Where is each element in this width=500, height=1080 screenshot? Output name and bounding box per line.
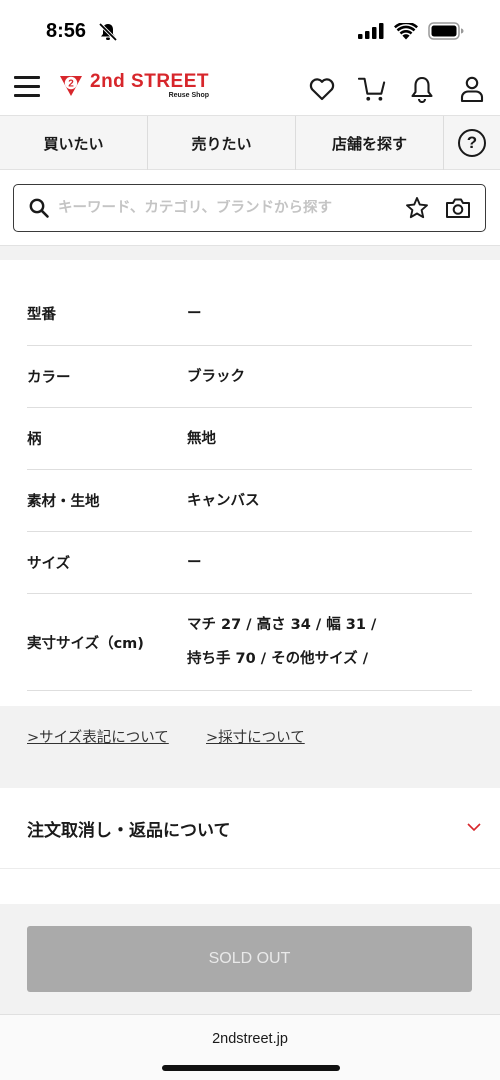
- search-box[interactable]: [13, 184, 486, 232]
- home-indicator: [162, 1065, 340, 1071]
- spec-row: 素材・生地 キャンバス: [27, 470, 472, 532]
- chevron-down-icon: [467, 823, 481, 832]
- cart-icon[interactable]: [358, 75, 386, 103]
- spec-row: 柄 無地: [27, 408, 472, 470]
- browser-url-bar: 2ndstreet.jp: [0, 1014, 500, 1080]
- bell-icon[interactable]: [408, 75, 436, 103]
- nav-tabs: 買いたい 売りたい 店舗を探す ?: [0, 116, 500, 170]
- spec-label: 柄: [27, 432, 42, 448]
- bell-slash-icon: [98, 22, 118, 42]
- sold-out-button[interactable]: SOLD OUT: [27, 926, 472, 992]
- spec-value: ブラック: [187, 368, 245, 385]
- spec-row: サイズ ー: [27, 532, 472, 594]
- spec-value: マチ 27 / 高さ 34 / 幅 31 /: [187, 617, 377, 633]
- measurement-link[interactable]: >採寸について: [206, 726, 305, 747]
- spec-label: 型番: [27, 307, 56, 323]
- svg-text:2: 2: [68, 79, 74, 90]
- battery-icon: [428, 22, 464, 40]
- url-text[interactable]: 2ndstreet.jp: [0, 1031, 500, 1047]
- user-icon[interactable]: [458, 75, 486, 103]
- spec-label: サイズ: [27, 556, 71, 572]
- section-divider: [0, 868, 500, 904]
- tab-sell[interactable]: 売りたい: [148, 116, 296, 170]
- help-icon: ?: [458, 129, 486, 157]
- help-button[interactable]: ?: [444, 116, 500, 170]
- tab-find-store[interactable]: 店舗を探す: [296, 116, 444, 170]
- tab-buy[interactable]: 買いたい: [0, 116, 148, 170]
- wifi-icon: [394, 22, 418, 39]
- spec-table: 型番 ー カラー ブラック 柄 無地 素材・生地 キャンバス サイズ ー 実寸サ…: [27, 260, 472, 691]
- spec-label: カラー: [27, 370, 71, 386]
- purchase-area: SOLD OUT: [0, 904, 500, 1014]
- order-cancel-accordion[interactable]: 注文取消し・返品について: [0, 788, 500, 868]
- logo-text: 2nd STREET: [90, 71, 210, 92]
- search-section: [0, 170, 500, 246]
- search-input[interactable]: [58, 200, 398, 216]
- camera-icon[interactable]: [445, 196, 471, 220]
- section-divider: [0, 246, 500, 260]
- size-notation-link[interactable]: >サイズ表記について: [27, 726, 169, 747]
- spec-value: キャンバス: [187, 492, 260, 509]
- cellular-signal-icon: [358, 23, 384, 39]
- spec-value: ー: [187, 554, 202, 571]
- logo-badge-icon: 2: [60, 76, 82, 96]
- spec-label: 実寸サイズ（cm): [27, 635, 144, 652]
- spec-row: 実寸サイズ（cm) マチ 27 / 高さ 34 / 幅 31 / 持ち手 70 …: [27, 594, 472, 691]
- spec-value: 無地: [187, 430, 216, 447]
- star-icon[interactable]: [405, 196, 429, 220]
- spec-label: 素材・生地: [27, 494, 100, 510]
- app-header: 2 2nd STREET Reuse Shop: [0, 62, 500, 116]
- heart-icon[interactable]: [308, 75, 336, 103]
- status-time: 8:56: [46, 20, 87, 42]
- logo-subtext: Reuse Shop: [168, 92, 210, 99]
- search-icon: [29, 198, 49, 218]
- size-links: >サイズ表記について >採寸について: [0, 706, 500, 788]
- spec-value: 持ち手 70 / その他サイズ /: [187, 651, 369, 667]
- order-cancel-title: 注文取消し・返品について: [27, 821, 231, 841]
- spec-row: カラー ブラック: [27, 346, 472, 408]
- menu-icon[interactable]: [14, 76, 40, 100]
- spec-row: 型番 ー: [27, 260, 472, 346]
- spec-value: ー: [187, 305, 202, 322]
- logo[interactable]: 2 2nd STREET Reuse Shop: [58, 72, 209, 106]
- status-bar: 8:56: [0, 0, 500, 62]
